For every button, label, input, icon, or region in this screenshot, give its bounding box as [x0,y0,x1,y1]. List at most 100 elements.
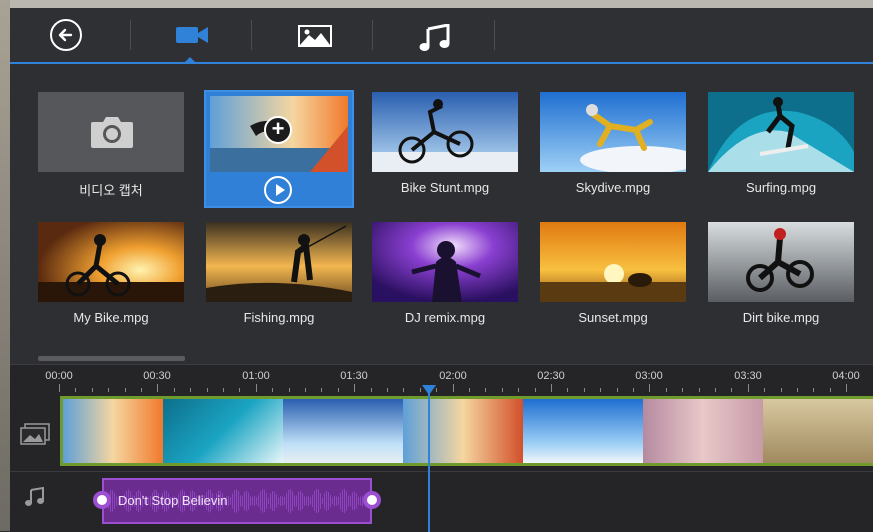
tab-photo[interactable] [282,16,342,56]
media-item-bike-stunt[interactable]: Bike Stunt.mpg [372,92,518,204]
media-library: 비디오 캡처 + Bike Stunt.mpg Skydive.mpg Surf… [10,64,873,364]
waveform-bar [256,497,257,505]
waveform-bar [240,495,241,507]
clip-thumbnail [38,222,184,302]
ruler-tick [583,388,585,392]
waveform-bar [272,491,273,511]
play-button[interactable] [264,176,292,204]
tick-label: 04:00 [832,370,860,382]
screen-bezel-left [0,0,10,531]
waveform-bar [278,497,279,505]
waveform-bar [112,490,113,512]
waveform-bar [262,489,263,513]
back-button[interactable] [50,19,82,51]
media-item-skydive[interactable]: Skydive.mpg [540,92,686,204]
waveform-bar [354,491,355,511]
video-track-icon [10,423,60,450]
timeline-clip[interactable] [523,399,643,463]
ruler-tick [59,384,60,392]
media-item-selected[interactable]: + [204,90,354,208]
video-capture-tile[interactable]: 비디오 캡처 [38,92,184,204]
media-item-label: DJ remix.mpg [404,310,486,325]
media-scrollbar[interactable] [38,356,185,361]
ruler-tick [731,388,733,392]
waveform-bar [360,496,361,506]
timeline-clip[interactable] [643,399,763,463]
ruler-tick [321,388,323,392]
ruler-tick [780,388,782,392]
ruler-tick [403,388,405,392]
tab-music[interactable] [403,16,463,56]
audio-clip[interactable]: Don't Stop Believin [102,478,372,524]
screen-bezel-top [0,0,873,8]
media-item-label: Sunset.mpg [578,310,648,325]
waveform-bar [304,496,305,506]
waveform-bar [350,495,351,507]
ruler-tick [797,388,798,392]
timeline-clip[interactable] [763,399,873,463]
audio-trim-handle-right[interactable] [363,491,381,509]
timeline-clip[interactable] [63,399,163,463]
ruler-tick [173,388,175,392]
add-to-timeline-button[interactable]: + [264,116,292,144]
ruler-tick [239,388,241,392]
ruler-tick [452,384,454,392]
video-camera-icon [176,27,208,43]
video-track[interactable] [60,396,873,466]
toolbar-divider [251,20,252,50]
waveform-bar [352,492,353,510]
clip-thumbnail [708,222,854,302]
audio-trim-handle-left[interactable] [93,491,111,509]
media-item-fishing[interactable]: Fishing.mpg [206,222,352,334]
tick-label: 01:30 [340,370,368,382]
ruler-tick [108,388,110,392]
waveform-bar [288,489,289,513]
tick-label: 00:00 [45,370,73,382]
ruler-tick [91,388,93,392]
timeline-clip[interactable] [403,399,523,463]
ruler-tick [419,388,421,392]
ruler-tick [223,388,224,392]
ruler-tick [288,388,290,392]
waveform-bar [340,492,341,510]
tick-label: 02:30 [537,370,565,382]
waveform-bar [234,490,235,512]
waveform-bar [280,496,281,506]
capture-label: 비디오 캡처 [79,183,143,198]
media-item-dj-remix[interactable]: DJ remix.mpg [372,222,518,334]
capture-thumbnail [38,92,184,172]
ruler-tick [567,388,569,392]
camera-icon [91,117,133,148]
timeline-clip[interactable] [283,399,403,463]
ruler-tick [633,388,634,392]
waveform-bar [268,497,269,505]
timeline-clip[interactable] [163,399,283,463]
waveform-bar [284,497,285,505]
media-item-sunset[interactable]: Sunset.mpg [540,222,686,334]
waveform-bar [248,492,249,510]
ruler-tick [206,388,208,392]
media-item-surfing[interactable]: Surfing.mpg [708,92,854,204]
playhead[interactable] [428,385,430,532]
clip-thumbnail [708,92,854,172]
media-item-label: Fishing.mpg [243,310,315,325]
ruler-tick [75,388,77,392]
ruler-tick [534,388,536,392]
waveform-bar [312,494,313,508]
playhead-marker[interactable] [422,385,436,395]
waveform-bar [338,496,339,506]
clip-thumbnail [540,222,686,302]
waveform-bar [246,490,247,512]
ruler-tick [665,388,667,392]
ruler-tick [141,388,142,392]
waveform-bar [242,495,243,507]
time-ruler[interactable]: 00:00 00:30 01:00 01:30 02:00 02:30 03:0… [10,365,873,393]
waveform-bar [238,491,239,511]
media-item-dirt-bike[interactable]: Dirt bike.mpg [708,222,854,334]
tab-video[interactable] [160,16,220,56]
waveform-bar [290,489,291,513]
waveform-bar [358,496,359,506]
waveform-bar [314,491,315,511]
media-item-my-bike[interactable]: My Bike.mpg [38,222,184,334]
back-arrow-icon [58,28,73,42]
